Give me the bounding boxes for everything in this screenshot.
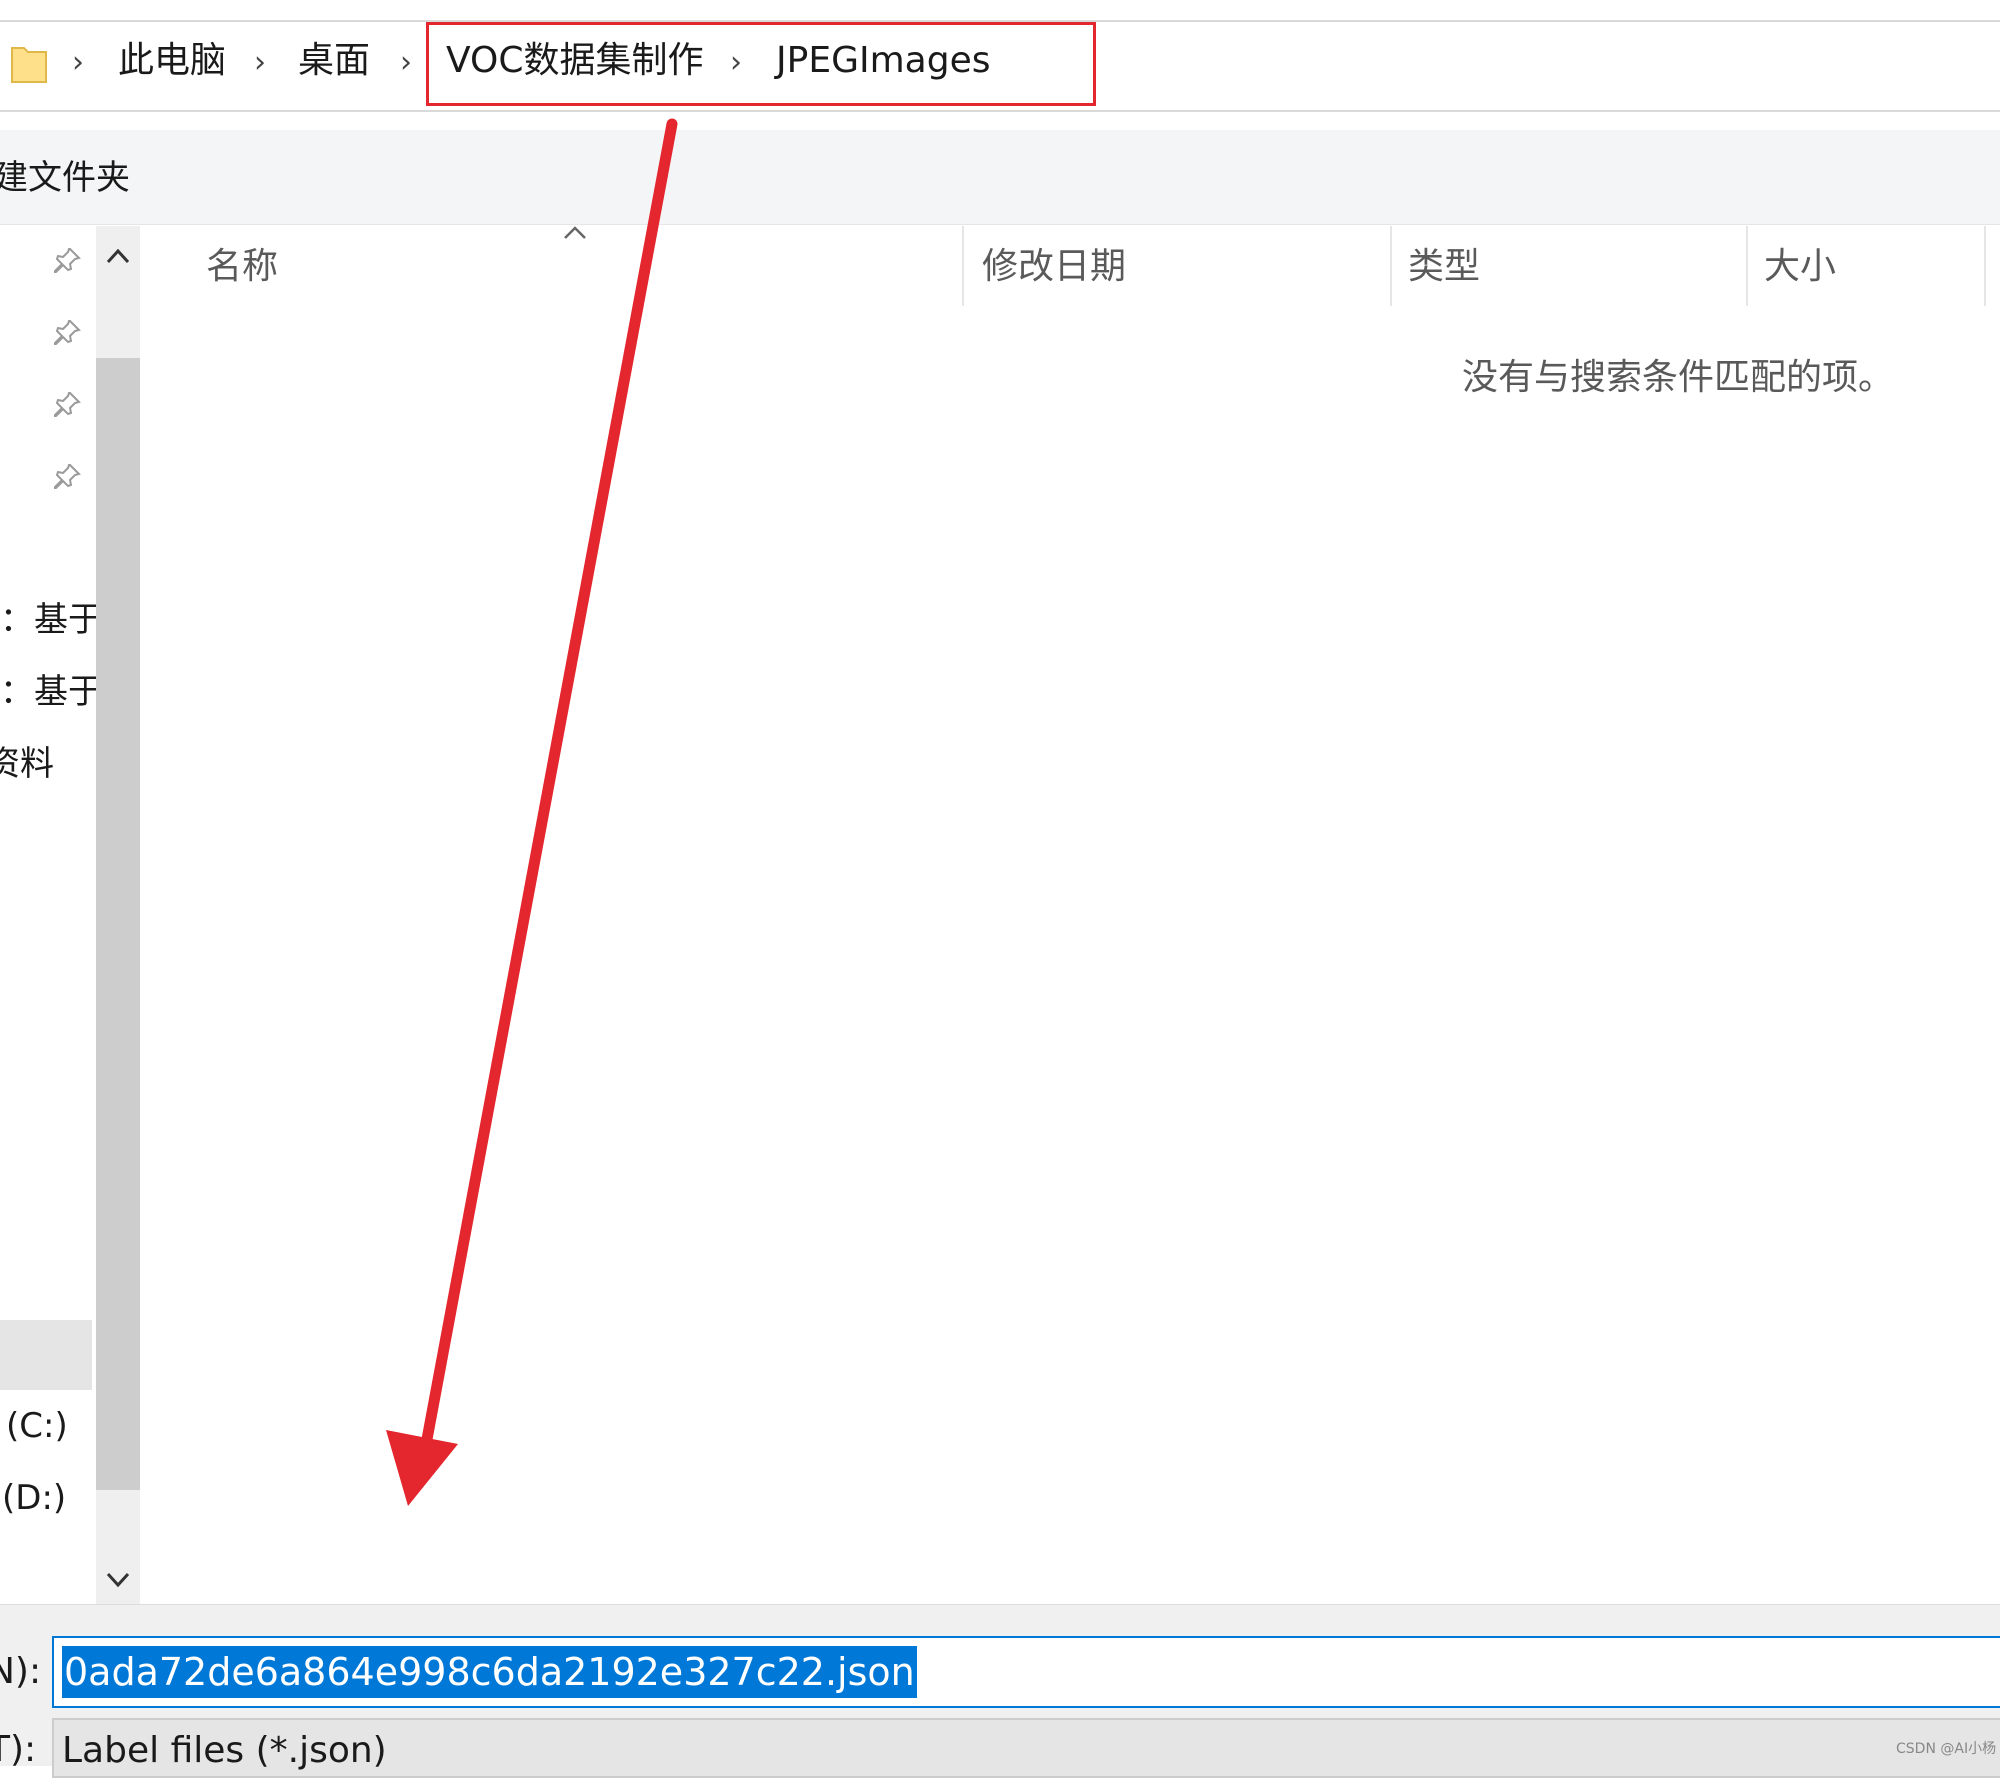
folder-icon <box>11 47 47 83</box>
nav-item[interactable]: 资料 <box>0 742 54 786</box>
nav-item-selected[interactable] <box>0 1320 92 1390</box>
file-list[interactable] <box>148 226 2000 1604</box>
chevron-right-icon[interactable]: › <box>254 40 266 86</box>
column-header-modified[interactable]: 修改日期 <box>982 244 1126 290</box>
column-divider[interactable] <box>962 226 964 306</box>
filename-label: N): <box>0 1651 42 1692</box>
pin-icon <box>54 320 81 345</box>
new-folder-button[interactable]: 建文件夹 <box>0 156 130 200</box>
column-divider[interactable] <box>1746 226 1748 306</box>
chevron-right-icon[interactable]: › <box>400 40 412 86</box>
breadcrumb-item-desktop[interactable]: 桌面 <box>298 38 370 84</box>
column-header-name[interactable]: 名称 <box>206 244 278 290</box>
filetype-label: T): <box>0 1729 37 1770</box>
sort-ascending-icon <box>564 226 586 239</box>
scrollbar-thumb[interactable] <box>96 358 140 1490</box>
highlight-box <box>426 22 1096 106</box>
filetype-value[interactable]: Label files (*.json) <box>62 1728 387 1774</box>
column-header-size[interactable]: 大小 <box>1764 244 1836 290</box>
filename-selected-text[interactable]: 0ada72de6a864e998c6da2192e327c22.json <box>62 1646 917 1698</box>
pin-icon <box>54 248 81 273</box>
chevron-right-icon: › <box>72 45 84 80</box>
chevron-up-icon[interactable] <box>96 236 140 276</box>
column-divider[interactable] <box>1390 226 1392 306</box>
navigation-pane <box>0 226 96 1604</box>
breadcrumb-item-this-pc[interactable]: 此电脑 <box>118 38 226 84</box>
pin-icon <box>54 392 81 417</box>
chevron-down-icon[interactable] <box>96 1560 140 1600</box>
nav-item[interactable]: ：基于 <box>0 598 102 642</box>
toolbar <box>0 130 2000 225</box>
pin-icon <box>54 464 81 489</box>
column-divider[interactable] <box>1984 226 1986 306</box>
empty-list-message: 没有与搜索条件匹配的项。 <box>1462 357 1895 398</box>
nav-drive-d[interactable]: (D:) <box>2 1476 66 1520</box>
watermark: CSDN @AI小杨 <box>1896 1741 1997 1757</box>
nav-item[interactable]: ：基于 <box>0 670 102 714</box>
nav-drive-c[interactable]: (C:) <box>6 1404 68 1448</box>
column-header-type[interactable]: 类型 <box>1408 244 1480 290</box>
